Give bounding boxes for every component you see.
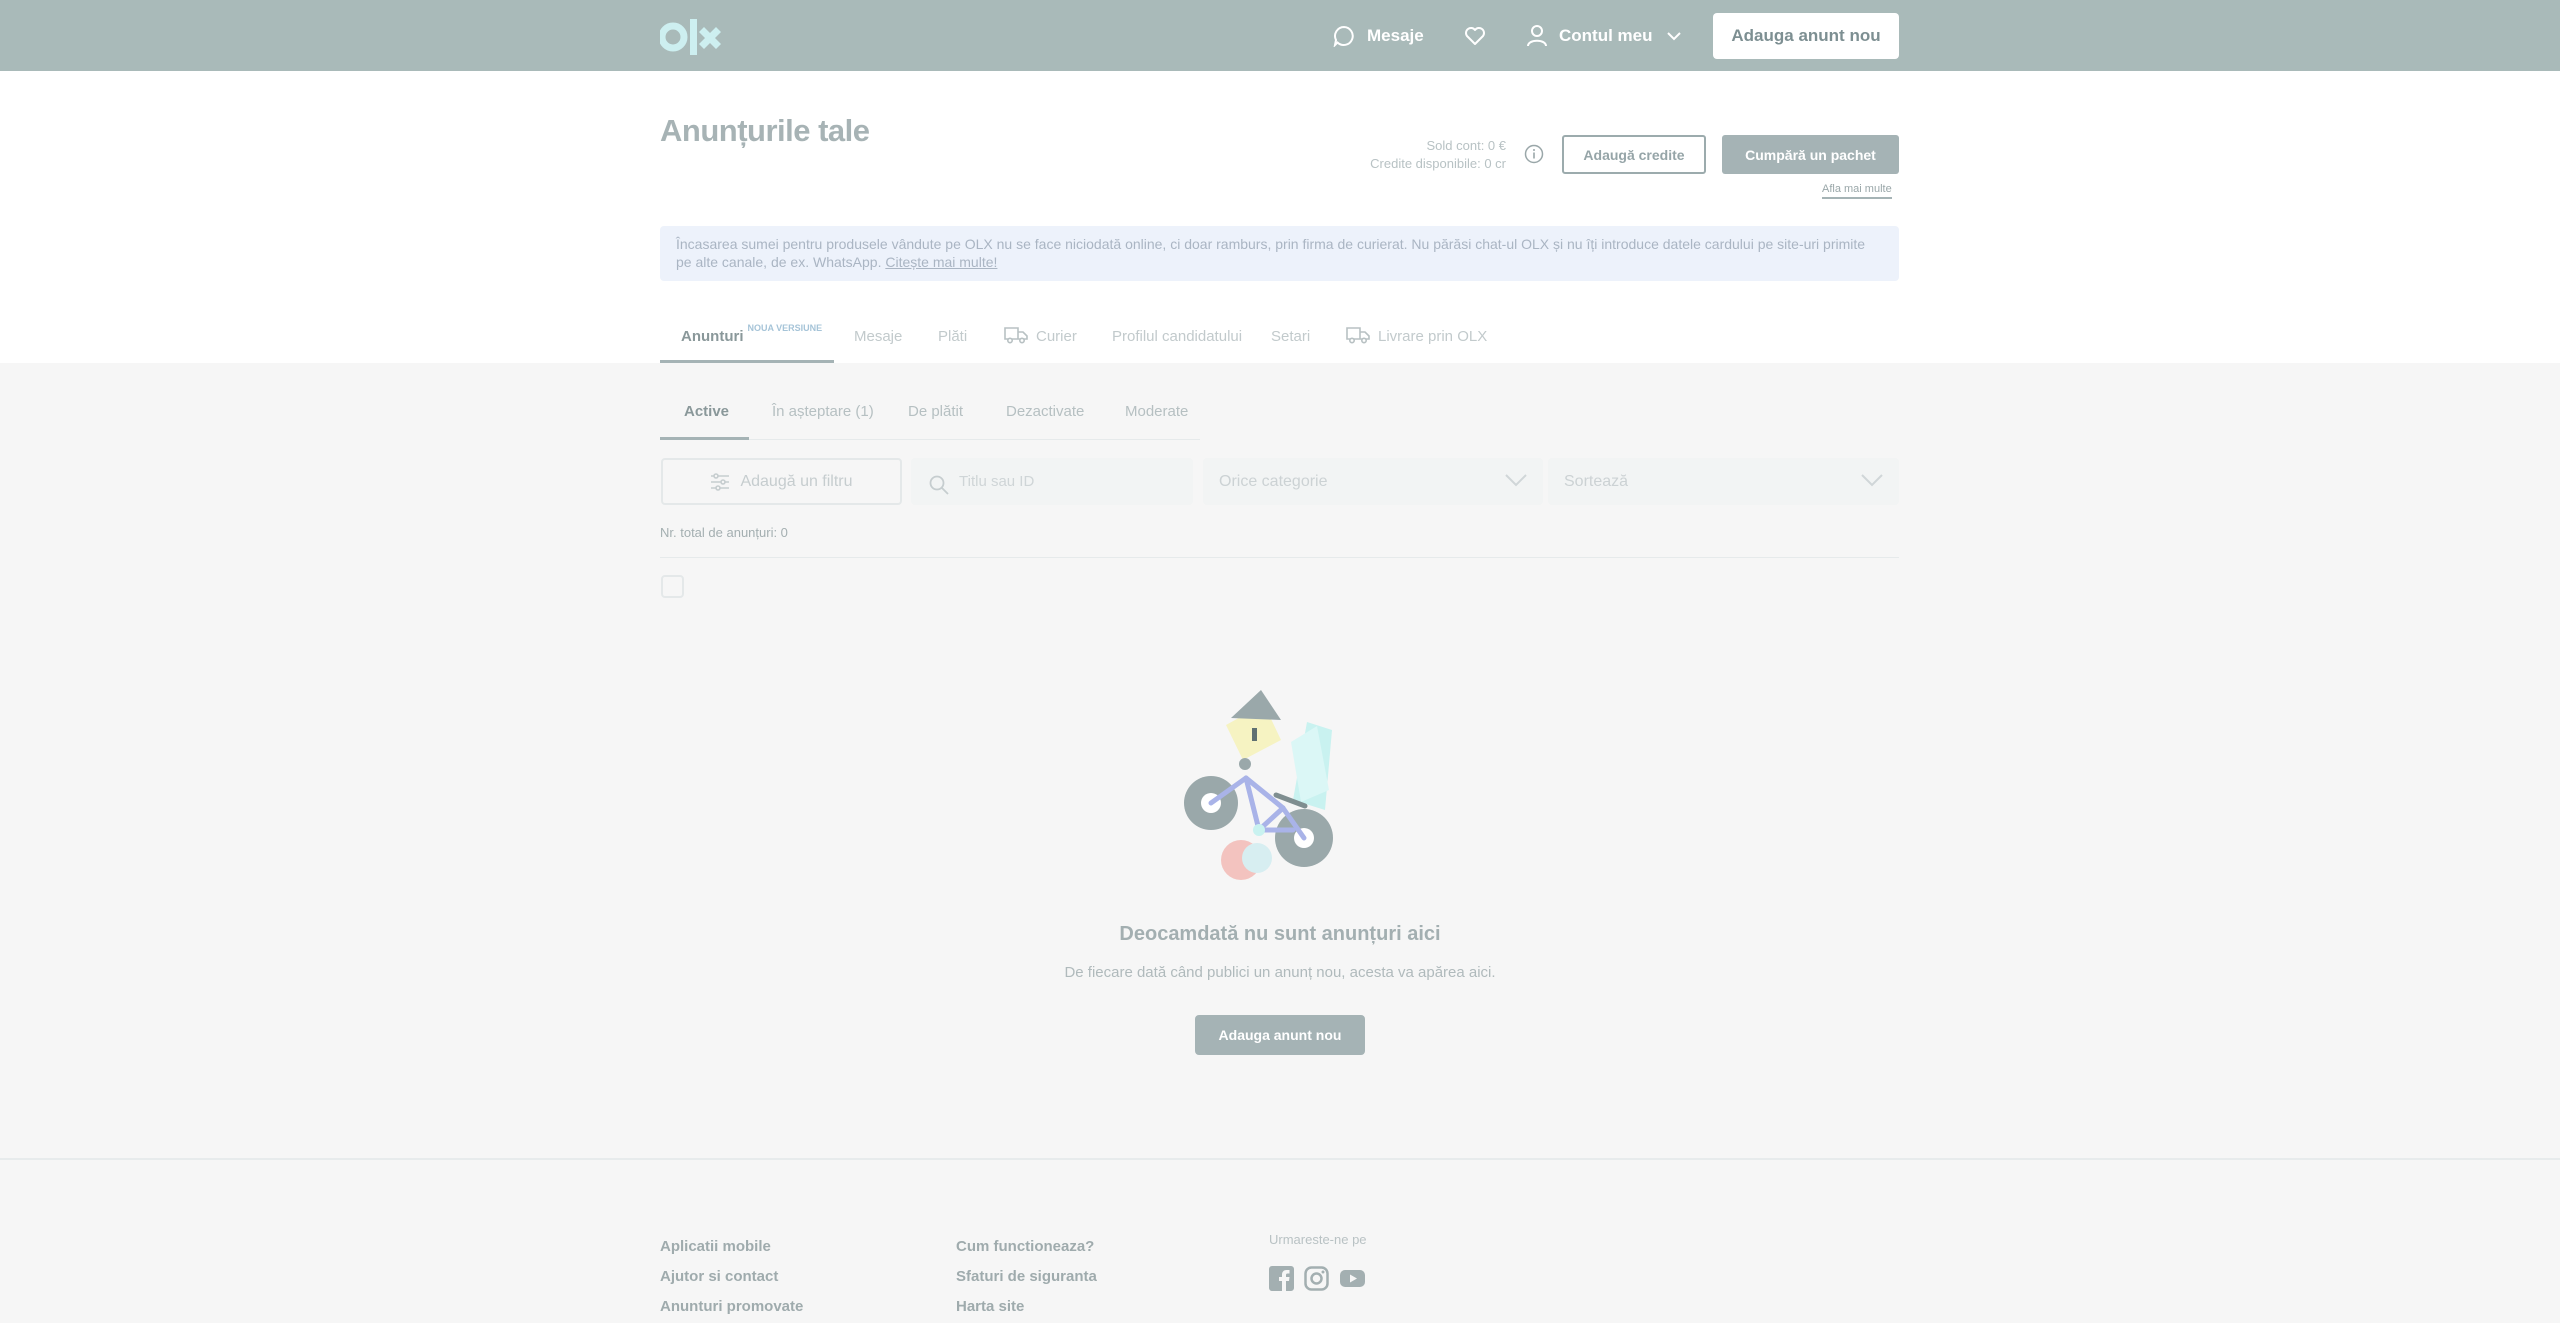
subtab-active[interactable]: Active	[684, 403, 729, 420]
sort-select-value: Sortează	[1564, 472, 1629, 490]
footer-link-how-it-works[interactable]: Cum functioneaza?	[956, 1235, 1097, 1265]
total-ads-count: Nr. total de anunțuri: 0	[660, 525, 788, 540]
subtab-to-pay[interactable]: De plătit	[908, 403, 963, 420]
sliders-icon	[711, 472, 730, 491]
subtab-pending[interactable]: În așteptare (1)	[772, 403, 874, 420]
notice-text: Încasarea sumei pentru produsele vândute…	[676, 236, 1866, 270]
user-icon	[1527, 25, 1547, 47]
nav-account[interactable]: Contul meu	[1527, 23, 1681, 49]
learn-more-link[interactable]: Afla mai multe	[1822, 183, 1892, 199]
main-tabs: Anunturi NOUA VERSIUNE Mesaje Plăti Curi…	[660, 318, 1506, 363]
chevron-down-icon	[1861, 474, 1883, 487]
add-credits-button[interactable]: Adaugă credite	[1562, 135, 1706, 174]
truck-icon	[1004, 327, 1028, 344]
subtab-moderated[interactable]: Moderate	[1125, 403, 1188, 420]
tab-plati[interactable]: Plăti	[938, 318, 1004, 363]
olx-logo[interactable]	[660, 17, 734, 57]
footer-column-1: Aplicatii mobile Ajutor si contact Anunt…	[660, 1235, 803, 1323]
category-select-value: Orice categorie	[1219, 472, 1328, 490]
tab-anunturi-label: Anunturi	[681, 328, 744, 345]
info-icon[interactable]	[1524, 144, 1544, 164]
footer-link-help-contact[interactable]: Ajutor si contact	[660, 1265, 803, 1295]
account-balance: Sold cont: 0 € Credite disponibile: 0 cr	[1370, 137, 1506, 173]
tab-profil-candidat[interactable]: Profilul candidatului	[1112, 318, 1271, 363]
tab-mesaje-label: Mesaje	[854, 328, 903, 345]
facebook-icon[interactable]	[1269, 1266, 1294, 1291]
buy-package-button[interactable]: Cumpără un pachet	[1722, 135, 1899, 174]
footer-column-2: Cum functioneaza? Sfaturi de siguranta H…	[956, 1235, 1097, 1323]
top-navbar: Mesaje Contul meu Adauga anunt nou	[0, 0, 2560, 71]
safety-notice: Încasarea sumei pentru produsele vândute…	[660, 226, 1899, 281]
tab-mesaje[interactable]: Mesaje	[854, 318, 938, 363]
page-title: Anunțurile tale	[660, 113, 870, 148]
footer-link-safety-tips[interactable]: Sfaturi de siguranta	[956, 1265, 1097, 1295]
tab-livrare-label: Livrare prin OLX	[1378, 328, 1488, 345]
empty-state-title: Deocamdată nu sunt anunțuri aici	[1119, 923, 1441, 945]
list-divider	[660, 557, 1899, 558]
truck-icon	[1346, 327, 1370, 344]
follow-us-label: Urmareste-ne pe	[1269, 1232, 1367, 1247]
tab-setari-label: Setari	[1271, 328, 1311, 345]
nav-messages-label: Mesaje	[1367, 26, 1424, 45]
select-all-checkbox[interactable]	[661, 575, 684, 598]
empty-state-post-ad-button[interactable]: Adauga anunt nou	[1195, 1015, 1365, 1055]
balance-text: Sold cont: 0 €	[1426, 138, 1507, 153]
search-field[interactable]	[911, 458, 1193, 505]
search-icon	[929, 475, 949, 495]
subtab-deactivated[interactable]: Dezactivate	[1006, 403, 1084, 420]
tab-setari[interactable]: Setari	[1271, 318, 1346, 363]
chevron-down-icon	[1505, 474, 1527, 487]
empty-state-subtitle: De fiecare dată când publici un anunț no…	[1064, 964, 1496, 981]
category-select[interactable]: Orice categorie	[1203, 458, 1543, 505]
footer-link-sitemap[interactable]: Harta site	[956, 1295, 1097, 1323]
new-version-badge: NOUA VERSIUNE	[747, 323, 823, 333]
tab-anunturi[interactable]: Anunturi NOUA VERSIUNE	[660, 318, 854, 363]
nav-messages[interactable]: Mesaje	[1333, 23, 1424, 49]
nav-favorites[interactable]	[1464, 23, 1498, 49]
nav-account-label: Contul meu	[1559, 26, 1653, 45]
chevron-down-icon	[1666, 31, 1681, 40]
search-input[interactable]	[959, 466, 1179, 496]
chat-icon	[1333, 25, 1354, 47]
post-ad-button[interactable]: Adauga anunt nou	[1713, 13, 1899, 59]
heart-icon	[1465, 27, 1485, 45]
instagram-icon[interactable]	[1304, 1266, 1329, 1291]
tab-curier-label: Curier	[1036, 328, 1077, 345]
footer-link-promoted-ads[interactable]: Anunturi promovate	[660, 1295, 803, 1323]
tab-curier[interactable]: Curier	[1004, 318, 1112, 363]
credits-text: Credite disponibile: 0 cr	[1370, 156, 1506, 171]
tab-plati-label: Plăti	[938, 328, 968, 345]
sort-select[interactable]: Sortează	[1548, 458, 1899, 505]
active-tab-indicator	[660, 360, 834, 363]
active-subtab-indicator	[660, 437, 749, 440]
notice-read-more-link[interactable]: Citește mai multe!	[885, 254, 997, 270]
empty-state-illustration	[1184, 690, 1333, 880]
add-filter-label: Adaugă un filtru	[740, 472, 853, 490]
tab-livrare-olx[interactable]: Livrare prin OLX	[1346, 318, 1506, 363]
footer-link-mobile-apps[interactable]: Aplicatii mobile	[660, 1235, 803, 1265]
tab-profil-label: Profilul candidatului	[1112, 328, 1243, 345]
youtube-icon[interactable]	[1340, 1266, 1365, 1291]
add-filter-button[interactable]: Adaugă un filtru	[661, 458, 902, 505]
